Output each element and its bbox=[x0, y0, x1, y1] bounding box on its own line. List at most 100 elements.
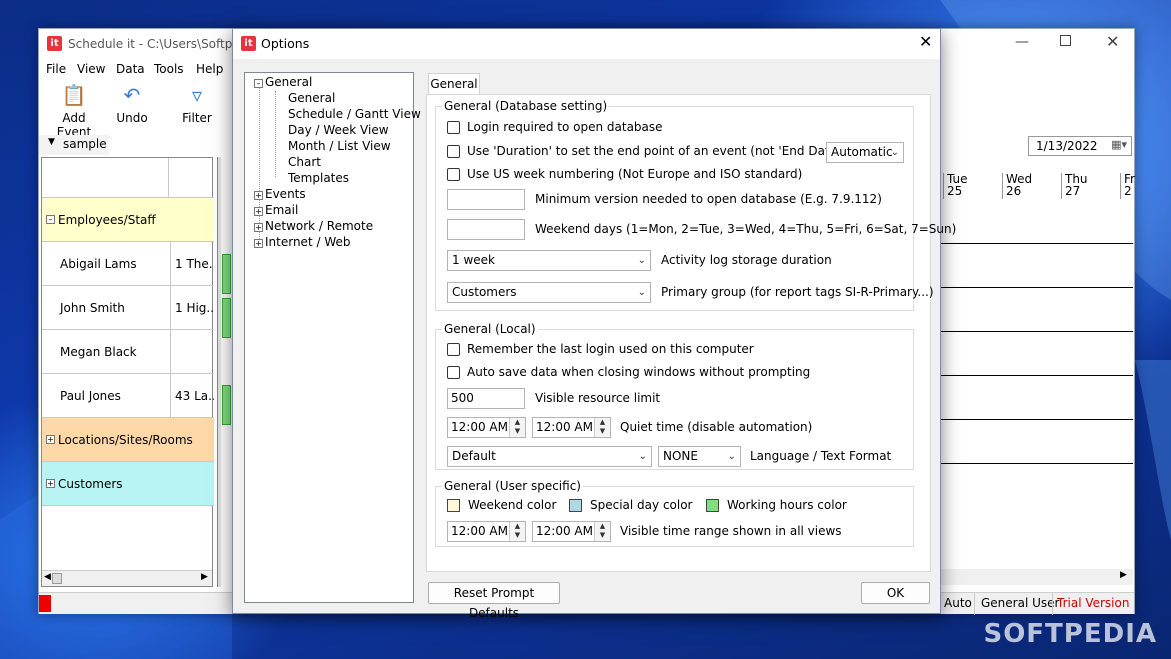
ok-button[interactable]: OK bbox=[861, 582, 930, 604]
resource-row[interactable]: Abigail Lams 1 The... bbox=[42, 242, 214, 286]
auto-save-checkbox[interactable]: Auto save data when closing windows with… bbox=[447, 365, 810, 379]
undo-button[interactable]: ↶ Undo bbox=[114, 83, 150, 125]
log-duration-label: Activity log storage duration bbox=[661, 253, 832, 267]
chevron-down-icon: ⌄ bbox=[637, 255, 646, 266]
min-version-input[interactable] bbox=[447, 189, 525, 210]
tree-node-templates[interactable]: Templates bbox=[288, 171, 349, 185]
min-version-label: Minimum version needed to open database … bbox=[535, 192, 882, 206]
row-line bbox=[939, 419, 1133, 420]
chevron-down-icon: ⌄ bbox=[637, 287, 646, 298]
group-locations[interactable]: + Locations/Sites/Rooms bbox=[42, 418, 214, 462]
options-dialog: it Options ✕ – General General Schedule /… bbox=[232, 28, 956, 620]
undo-icon: ↶ bbox=[123, 83, 141, 107]
add-event-button[interactable]: 📋 Add Event bbox=[48, 83, 100, 139]
status-indicator bbox=[39, 595, 51, 612]
group-employees[interactable]: – Employees/Staff bbox=[42, 198, 214, 242]
tree-node-internet[interactable]: + Internet / Web bbox=[254, 235, 350, 249]
tree-node-network[interactable]: + Network / Remote bbox=[254, 219, 373, 233]
text-format-select[interactable]: NONE ⌄ bbox=[658, 446, 741, 467]
collapse-icon[interactable]: – bbox=[46, 215, 55, 224]
time-range-label: Visible time range shown in all views bbox=[620, 524, 842, 538]
row-line bbox=[939, 463, 1133, 464]
spinner-arrows-icon: ▲ ▼ bbox=[509, 522, 525, 541]
close-icon[interactable]: ✕ bbox=[919, 32, 932, 51]
menu-data[interactable]: Data bbox=[116, 62, 145, 76]
status-auto: Auto bbox=[944, 596, 972, 610]
tree-node-month-list[interactable]: Month / List View bbox=[288, 139, 391, 153]
expand-icon[interactable]: + bbox=[254, 191, 263, 200]
horizontal-scrollbar[interactable]: ◀ ▶ bbox=[42, 570, 212, 586]
status-user: General User bbox=[981, 596, 1060, 610]
collapse-icon[interactable]: – bbox=[254, 79, 263, 88]
language-select[interactable]: Default ⌄ bbox=[447, 446, 652, 467]
remember-login-checkbox[interactable]: Remember the last login used on this com… bbox=[447, 342, 754, 356]
quiet-time-label: Quiet time (disable automation) bbox=[620, 420, 813, 434]
log-duration-select[interactable]: 1 week ⌄ bbox=[447, 250, 651, 271]
calendar-icon[interactable]: ▦▾ bbox=[1111, 138, 1127, 151]
menu-help[interactable]: Help bbox=[196, 62, 223, 76]
weekend-color-picker[interactable]: Weekend color bbox=[447, 498, 556, 512]
range-from-spinner[interactable]: 12:00 AM ▲ ▼ bbox=[447, 521, 526, 542]
expand-icon[interactable]: + bbox=[254, 207, 263, 216]
minimize-icon[interactable]: — bbox=[1015, 34, 1029, 50]
tree-node-schedule-gantt[interactable]: Schedule / Gantt View bbox=[288, 107, 421, 121]
expand-icon[interactable]: + bbox=[254, 239, 263, 248]
grid-header bbox=[42, 158, 214, 198]
day-header: Tue 25 bbox=[943, 173, 968, 199]
group-customers[interactable]: + Customers bbox=[42, 462, 214, 506]
menu-file[interactable]: File bbox=[46, 62, 66, 76]
use-duration-checkbox[interactable]: Use 'Duration' to set the end point of a… bbox=[447, 144, 878, 158]
reset-prompt-defaults-button[interactable]: Reset Prompt Defaults bbox=[428, 582, 560, 620]
tree-node-chart[interactable]: Chart bbox=[288, 155, 321, 169]
primary-group-select[interactable]: Customers ⌄ bbox=[447, 282, 651, 303]
tree-node-general-general[interactable]: General bbox=[288, 91, 335, 105]
add-event-icon: 📋 bbox=[61, 83, 87, 107]
us-week-checkbox[interactable]: Use US week numbering (Not Europe and IS… bbox=[447, 167, 802, 181]
resource-row[interactable]: John Smith 1 Hig... bbox=[42, 286, 214, 330]
expand-icon[interactable]: + bbox=[254, 223, 263, 232]
view-tab-sample[interactable]: ▼ sample bbox=[39, 135, 109, 155]
scroll-thumb[interactable] bbox=[52, 573, 62, 584]
chevron-down-icon: ⌄ bbox=[727, 451, 736, 462]
expand-icon[interactable]: + bbox=[46, 479, 55, 488]
day-header: Wed 26 bbox=[1002, 173, 1032, 199]
tree-node-email[interactable]: + Email bbox=[254, 203, 298, 217]
date-picker[interactable]: 1/13/2022 ▦▾ bbox=[1028, 136, 1132, 156]
scroll-right-icon[interactable]: ▶ bbox=[1120, 570, 1127, 580]
options-tree: – General General Schedule / Gantt View D… bbox=[244, 72, 421, 603]
day-header: Fr 2 bbox=[1120, 173, 1135, 199]
day-header: Thu 27 bbox=[1061, 173, 1088, 199]
scroll-right-icon[interactable]: ▶ bbox=[201, 572, 208, 582]
resource-row[interactable]: Megan Black bbox=[42, 330, 214, 374]
duration-mode-select[interactable]: Automatic ⌄ bbox=[826, 142, 904, 163]
dropdown-arrow-icon: ▼ bbox=[48, 137, 55, 147]
softpedia-watermark: SOFTPEDIA bbox=[983, 619, 1157, 649]
dialog-title-bar: it Options ✕ bbox=[233, 29, 940, 59]
special-day-color-picker[interactable]: Special day color bbox=[569, 498, 693, 512]
tree-node-general[interactable]: – General bbox=[254, 75, 312, 89]
tab-general[interactable]: General bbox=[428, 73, 480, 95]
schedule-grid: Tue 25 Wed 26 Thu 27 Fr 2 ▶ bbox=[939, 157, 1135, 587]
expand-icon[interactable]: + bbox=[46, 435, 55, 444]
splitter[interactable] bbox=[217, 157, 221, 587]
tree-node-day-week[interactable]: Day / Week View bbox=[288, 123, 389, 137]
horizontal-scrollbar[interactable]: ▶ bbox=[939, 569, 1133, 585]
login-required-checkbox[interactable]: Login required to open database bbox=[447, 120, 663, 134]
working-hours-color-picker[interactable]: Working hours color bbox=[706, 498, 847, 512]
quiet-to-spinner[interactable]: 12:00 AM ▲ ▼ bbox=[532, 417, 611, 438]
tree-node-events[interactable]: + Events bbox=[254, 187, 306, 201]
close-icon[interactable]: ✕ bbox=[1106, 32, 1119, 51]
resource-row[interactable]: Paul Jones 43 La... bbox=[42, 374, 214, 418]
status-trial: Trial Version bbox=[1057, 596, 1130, 610]
tab-area: General General (Database setting) Login… bbox=[426, 71, 956, 573]
visible-limit-input[interactable]: 500 bbox=[447, 388, 525, 409]
menu-tools[interactable]: Tools bbox=[154, 62, 184, 76]
range-to-spinner[interactable]: 12:00 AM ▲ ▼ bbox=[532, 521, 611, 542]
quiet-from-spinner[interactable]: 12:00 AM ▲ ▼ bbox=[447, 417, 526, 438]
scroll-left-icon[interactable]: ◀ bbox=[44, 572, 51, 582]
maximize-icon[interactable] bbox=[1060, 35, 1071, 46]
weekend-days-input[interactable] bbox=[447, 219, 525, 240]
filter-button[interactable]: ▿ Filter bbox=[179, 83, 215, 125]
menu-view[interactable]: View bbox=[77, 62, 105, 76]
filter-icon: ▿ bbox=[191, 83, 203, 107]
